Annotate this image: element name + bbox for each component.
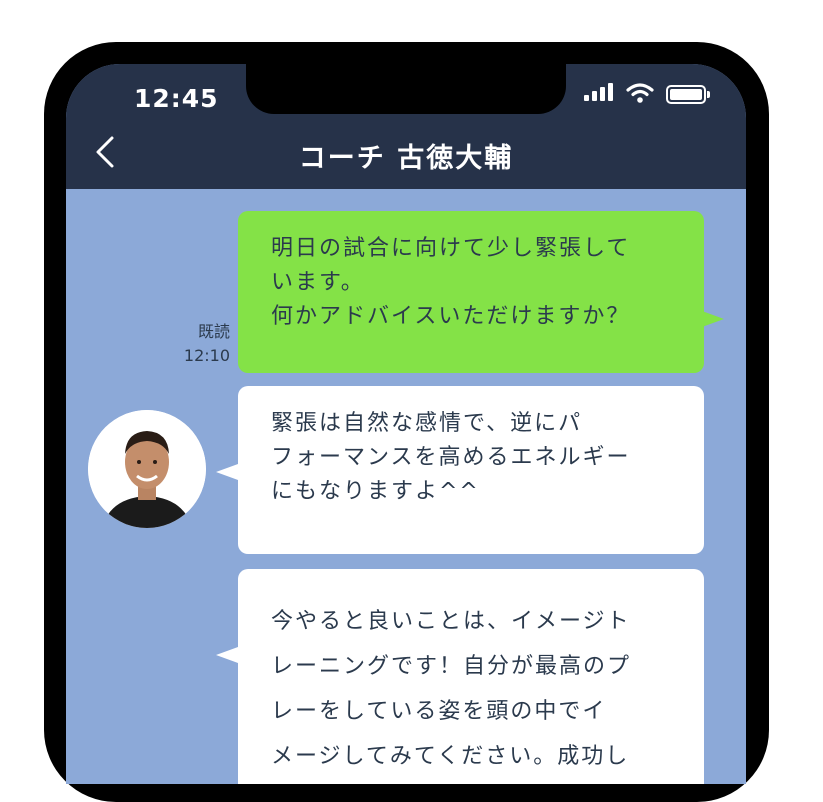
phone-notch [246, 64, 566, 114]
chat-title: コーチ 古徳大輔 [298, 143, 514, 174]
bubble-tail [216, 464, 238, 480]
bubble-tail [702, 311, 724, 327]
wifi-icon [626, 83, 654, 103]
message-bubble-received[interactable]: 今やると良いことは、イメージト レーニングです！自分が最高のプ レーをしている姿… [238, 569, 704, 784]
battery-icon [666, 85, 710, 104]
coach-avatar[interactable] [88, 410, 206, 528]
status-time: 12:45 [134, 84, 219, 113]
header-bar: 12:45 コーチ 古徳大輔 [66, 64, 746, 189]
bubble-tail [216, 647, 238, 663]
read-receipt: 既読 [197, 322, 230, 341]
message-bubble-sent[interactable]: 明日の試合に向けて少し緊張して います。 何かアドバイスいただけますか？ [238, 211, 704, 373]
chat-screen: 12:45 コーチ 古徳大輔 明日の試合に向けて少し緊張して います。 何かアド… [66, 64, 746, 784]
signal-icon [584, 81, 616, 105]
message-time: 12:10 [183, 346, 230, 365]
message-bubble-received[interactable]: 緊張は自然な感情で、逆にパ フォーマンスを高めるエネルギー にもなりますよ^^ [238, 386, 704, 554]
